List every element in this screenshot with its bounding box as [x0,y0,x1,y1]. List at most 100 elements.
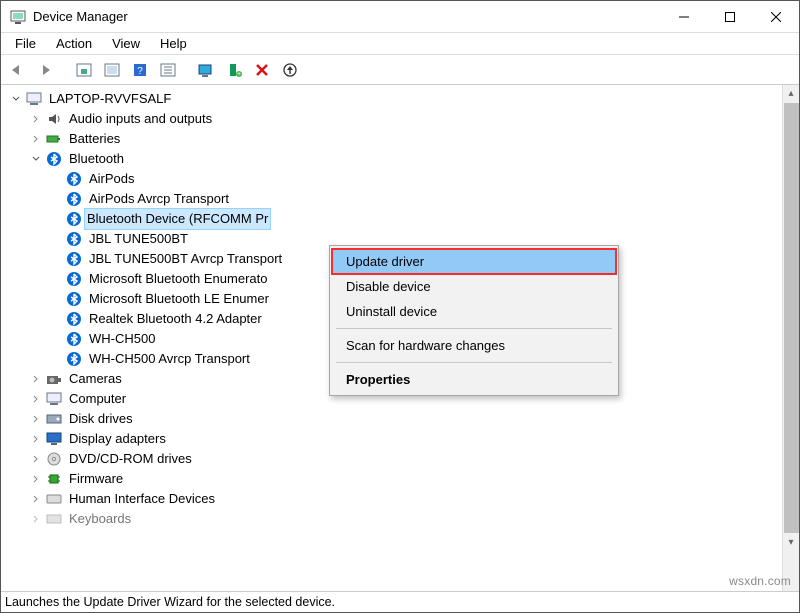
tree-label: Batteries [67,129,122,149]
tree-category-dvd[interactable]: DVD/CD-ROM drives [5,449,781,469]
tree-category-batteries[interactable]: Batteries [5,129,781,149]
tree-label: Audio inputs and outputs [67,109,214,129]
tree-item-bt-selected[interactable]: Bluetooth Device (RFCOMM Pr [5,209,781,229]
tree-item-bt[interactable]: AirPods [5,169,781,189]
chevron-right-icon[interactable] [29,472,43,486]
menu-bar: File Action View Help [1,33,799,55]
bluetooth-icon [65,271,83,287]
chevron-right-icon[interactable] [29,392,43,406]
window-title: Device Manager [33,9,661,24]
display-icon [45,431,63,447]
svg-text:?: ? [137,66,143,77]
add-legacy-button[interactable]: + [221,58,247,82]
menu-action[interactable]: Action [48,34,100,53]
tree-label: Human Interface Devices [67,489,217,509]
tree-category-keyboards[interactable]: Keyboards [5,509,781,529]
hid-icon [45,491,63,507]
tree-label: Bluetooth Device (RFCOMM Pr [84,208,271,230]
maximize-button[interactable] [707,1,753,33]
toolbar-button-4[interactable] [155,58,181,82]
chevron-right-icon[interactable] [29,412,43,426]
context-disable-device[interactable]: Disable device [332,274,616,299]
tree-root[interactable]: LAPTOP-RVVFSALF [5,89,781,109]
close-button[interactable] [753,1,799,33]
tree-category-hid[interactable]: Human Interface Devices [5,489,781,509]
chip-icon [45,471,63,487]
bluetooth-icon [65,251,83,267]
tree-category-disk[interactable]: Disk drives [5,409,781,429]
menu-view[interactable]: View [104,34,148,53]
tree-label: WH-CH500 Avrcp Transport [87,349,252,369]
context-update-driver[interactable]: Update driver [332,249,616,274]
chevron-down-icon[interactable] [9,92,23,106]
chevron-right-icon[interactable] [29,492,43,506]
tree-label: Microsoft Bluetooth LE Enumer [87,289,271,309]
svg-text:+: + [237,71,241,78]
tree-label: AirPods Avrcp Transport [87,189,231,209]
toolbar-separator [183,58,191,82]
tree-item-bt[interactable]: AirPods Avrcp Transport [5,189,781,209]
update-driver-button[interactable] [277,58,303,82]
vertical-scrollbar[interactable]: ▴ ▾ [782,85,799,591]
tree-label: Cameras [67,369,124,389]
help-button[interactable]: ? [127,58,153,82]
tree-label: Display adapters [67,429,168,449]
tree-label: Realtek Bluetooth 4.2 Adapter [87,309,264,329]
toolbar-button-2[interactable] [99,58,125,82]
tree-label: Microsoft Bluetooth Enumerato [87,269,269,289]
tree-label: Keyboards [67,509,133,529]
menu-help[interactable]: Help [152,34,195,53]
scan-hardware-button[interactable] [193,58,219,82]
computer-icon [25,91,43,107]
context-properties[interactable]: Properties [332,367,616,392]
tree-label: JBL TUNE500BT Avrcp Transport [87,249,284,269]
status-bar: Launches the Update Driver Wizard for th… [1,592,799,612]
tree-label: JBL TUNE500BT [87,229,190,249]
disk-icon [45,411,63,427]
minimize-button[interactable] [661,1,707,33]
bluetooth-icon [65,171,83,187]
chevron-right-icon[interactable] [29,452,43,466]
scroll-up-button[interactable]: ▴ [783,85,800,102]
chevron-right-icon[interactable] [29,132,43,146]
chevron-right-icon[interactable] [29,512,43,526]
tree-label: DVD/CD-ROM drives [67,449,194,469]
computer-icon [45,391,63,407]
uninstall-button[interactable] [249,58,275,82]
scroll-down-button[interactable]: ▾ [783,534,800,551]
show-hidden-button[interactable] [71,58,97,82]
bluetooth-icon [65,351,83,367]
chevron-down-icon[interactable] [29,152,43,166]
tree-category-bluetooth[interactable]: Bluetooth [5,149,781,169]
scroll-thumb[interactable] [784,103,799,533]
bluetooth-icon [65,211,83,227]
menu-file[interactable]: File [7,34,44,53]
context-menu: Update driver Disable device Uninstall d… [329,245,619,396]
bluetooth-icon [65,231,83,247]
bluetooth-icon [65,311,83,327]
forward-button[interactable] [33,58,59,82]
tree-label: Disk drives [67,409,135,429]
tree-category-audio[interactable]: Audio inputs and outputs [5,109,781,129]
bluetooth-icon [65,191,83,207]
back-button[interactable] [5,58,31,82]
camera-icon [45,371,63,387]
context-scan-hardware[interactable]: Scan for hardware changes [332,333,616,358]
tree-category-display[interactable]: Display adapters [5,429,781,449]
tree-label: Computer [67,389,128,409]
tree-label: LAPTOP-RVVFSALF [47,89,173,109]
chevron-right-icon[interactable] [29,372,43,386]
tree-category-firmware[interactable]: Firmware [5,469,781,489]
app-icon [9,8,27,26]
window-controls [661,1,799,33]
chevron-right-icon[interactable] [29,112,43,126]
battery-icon [45,131,63,147]
keyboard-icon [45,511,63,527]
bluetooth-icon [45,151,63,167]
chevron-right-icon[interactable] [29,432,43,446]
context-uninstall-device[interactable]: Uninstall device [332,299,616,324]
toolbar-separator [61,58,69,82]
bluetooth-icon [65,331,83,347]
status-text: Launches the Update Driver Wizard for th… [5,595,335,609]
bluetooth-icon [65,291,83,307]
